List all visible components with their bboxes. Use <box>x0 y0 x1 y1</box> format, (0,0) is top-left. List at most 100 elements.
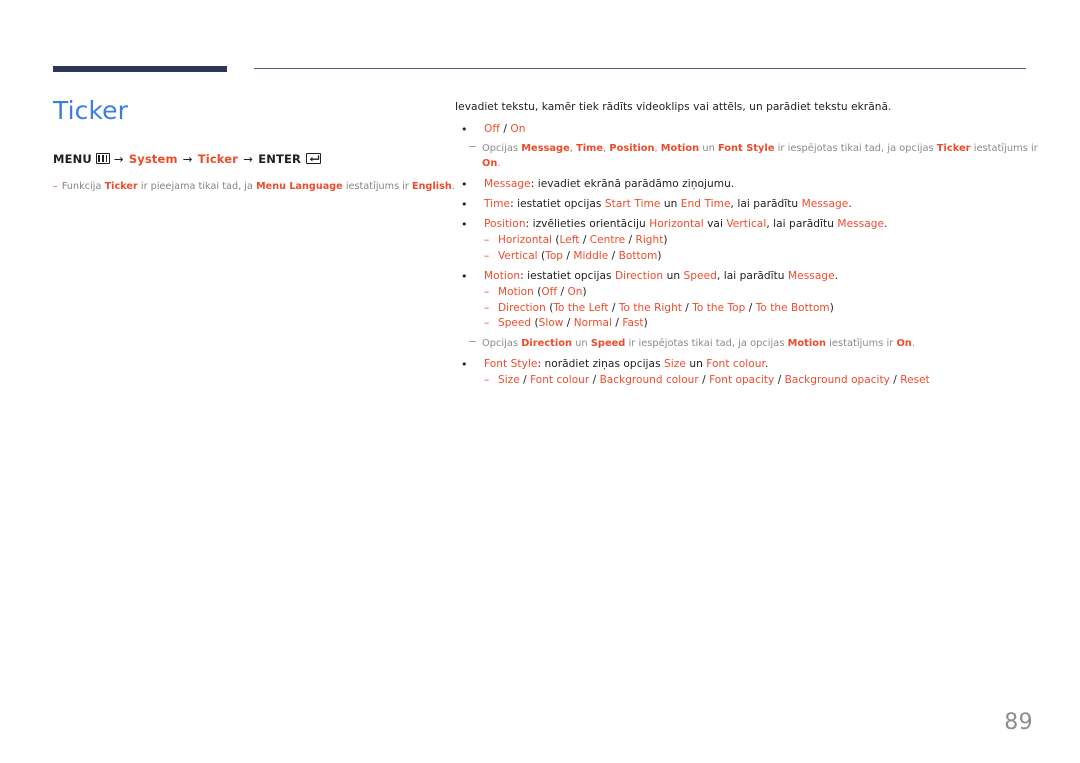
font-style-options-seg-9: / <box>889 374 901 386</box>
motion-seg-6: Message <box>787 270 835 282</box>
time-seg-2: Start Time <box>604 198 661 210</box>
motion-seg-2: Direction <box>614 270 664 282</box>
list-item-message: Message: ievadiet ekrānā parādāmo ziņoju… <box>455 177 1040 192</box>
list-item-font-style-options: Size / Font colour / Background colour /… <box>484 373 1040 389</box>
note-ticker-on-seg-7: Motion <box>660 143 700 154</box>
left-note-text-3: iestatījums ir <box>345 181 409 192</box>
note-ticker-on-seg-8: un <box>699 143 718 154</box>
font-style-options-seg-7: / <box>774 374 785 386</box>
intro-paragraph: Ievadiet tekstu, kamēr tiek rādīts video… <box>455 101 892 113</box>
note-motion-on-seg-4: ir iespējotas tikai tad, ja opcijas <box>625 337 788 349</box>
motion-onoff-seg-4: On <box>567 286 583 298</box>
note-motion-on-seg-2: un <box>572 337 591 349</box>
position-seg-6: Message <box>837 218 885 230</box>
position-horizontal-seg-4: Centre <box>589 234 626 246</box>
time-seg-1: : iestatiet opcijas <box>510 198 605 210</box>
left-note-text-2: ir pieejama tikai tad, ja <box>140 181 253 192</box>
note-motion-on-seg-0: Opcijas <box>482 337 522 349</box>
list-item-motion: Motion: iestatiet opcijas Direction un S… <box>455 269 1040 332</box>
font-style-seg-1: : norādiet ziņas opcijas <box>537 358 665 370</box>
off-on-seg-1: / <box>499 123 511 135</box>
time-seg-0: Time <box>484 198 511 210</box>
right-column: Ievadiet tekstu, kamēr tiek rādīts video… <box>455 100 1040 394</box>
left-note-text-1: Funkcija <box>61 181 102 192</box>
position-horizontal-seg-5: / <box>625 234 636 246</box>
font-style-sublist: Size / Font colour / Background colour /… <box>484 373 1040 389</box>
position-vertical-seg-3: / <box>563 249 574 262</box>
off-on-seg-2: On <box>510 123 526 135</box>
note-ticker-on-seg-11: Ticker <box>936 143 971 154</box>
font-style-options-seg-5: / <box>698 374 710 386</box>
menu-path-item-system[interactable]: System <box>129 152 178 166</box>
time-seg-5: , lai parādītu <box>730 198 802 210</box>
note-ticker-on-seg-5: Position <box>609 143 655 154</box>
motion-direction-seg-3: / <box>608 301 619 314</box>
motion-seg-3: un <box>663 270 684 282</box>
note-ticker-on-seg-0: Opcijas <box>482 143 522 154</box>
motion-seg-1: : iestatiet opcijas <box>520 270 615 282</box>
font-style-seg-0: Font Style <box>484 358 538 370</box>
list-item-off-on: Off / On <box>455 122 1040 137</box>
motion-onoff-seg-0: Motion <box>498 286 538 298</box>
font-style-options-seg-0: Size <box>498 374 520 386</box>
menu-path-arrow-2: → <box>182 152 193 166</box>
motion-seg-7: . <box>834 270 839 282</box>
menu-path-item-ticker[interactable]: Ticker <box>198 152 238 166</box>
motion-direction-seg-6: To the Top <box>692 301 746 314</box>
position-seg-3: vai <box>703 218 727 230</box>
motion-direction-seg-7: / <box>745 301 756 314</box>
enter-label: ENTER <box>258 152 301 166</box>
position-horizontal-seg-2: Left <box>559 234 580 246</box>
left-note-hl-menu-language: Menu Language <box>256 181 343 192</box>
font-style-options-seg-1: / <box>519 374 531 386</box>
motion-speed-seg-6: Fast <box>622 317 644 329</box>
time-seg-4: End Time <box>680 198 731 210</box>
left-note-hl-english: English <box>412 181 452 192</box>
message-seg-1: : ievadiet ekrānā parādāmo ziņojumu. <box>530 178 735 190</box>
motion-direction-seg-0: Direction <box>498 301 550 314</box>
left-column: Ticker MENU → System → Ticker → ENTER – Fu… <box>53 96 455 194</box>
message-seg-0: Message <box>484 178 531 190</box>
off-on-text: Off / On <box>484 123 526 135</box>
motion-speed-seg-3: / <box>563 317 574 329</box>
position-horizontal-seg-0: Horizontal <box>498 234 556 246</box>
position-vertical-seg-7: ) <box>657 249 662 262</box>
message-text: Message: ievadiet ekrānā parādāmo ziņoju… <box>484 178 734 190</box>
note-motion-on-seg-5: Motion <box>787 337 827 349</box>
motion-text: Motion: iestatiet opcijas Direction un S… <box>484 270 838 282</box>
position-vertical-seg-5: / <box>608 249 619 262</box>
motion-sublist: Motion (Off / On)Direction (To the Left … <box>484 285 1040 332</box>
note-ticker-on-seg-9: Font Style <box>717 143 775 154</box>
position-seg-4: Vertical <box>726 218 767 230</box>
motion-seg-0: Motion <box>484 270 521 282</box>
position-seg-1: : izvēlieties orientāciju <box>525 218 650 230</box>
list-item-time: Time: iestatiet opcijas Start Time un En… <box>455 197 1040 212</box>
time-seg-7: . <box>848 198 852 210</box>
menu-label: MENU <box>53 152 92 166</box>
list-item-position-vertical: Vertical (Top / Middle / Bottom) <box>484 249 1040 265</box>
note-motion-on-seg-1: Direction <box>521 337 573 349</box>
motion-direction-seg-2: To the Left <box>553 301 609 314</box>
position-vertical-seg-2: Top <box>545 249 563 262</box>
list-item-motion-direction: Direction (To the Left / To the Right / … <box>484 301 1040 317</box>
position-horizontal-seg-7: ) <box>663 234 668 246</box>
note-motion-on-seg-6: iestatījums ir <box>826 337 897 349</box>
menu-path-arrow-1: → <box>113 152 124 166</box>
note-ticker-on-seg-12: iestatījums ir <box>970 143 1038 154</box>
menu-path: MENU → System → Ticker → ENTER <box>53 151 433 167</box>
note-ticker-on-seg-10: ir iespējotas tikai tad, ja opcijas <box>774 143 937 154</box>
motion-seg-5: , lai parādītu <box>716 270 788 282</box>
font-style-options-seg-6: Font opacity <box>709 374 775 386</box>
left-note-hl-ticker: Ticker <box>104 181 138 192</box>
enter-key-icon <box>305 153 321 164</box>
font-style-seg-2: Size <box>664 358 686 370</box>
left-note-dash: – <box>53 181 58 192</box>
list-item-motion-onoff: Motion (Off / On) <box>484 285 1040 301</box>
motion-speed-seg-2: Slow <box>538 317 564 329</box>
note-ticker-on-seg-3: Time <box>576 143 604 154</box>
note-ticker-on-seg-1: Message <box>521 143 570 154</box>
motion-speed-seg-7: ) <box>643 317 648 329</box>
motion-direction-seg-5: / <box>681 301 693 314</box>
settings-list: Off / OnOpcijas Message, Time, Position,… <box>455 122 1040 389</box>
position-sublist: Horizontal (Left / Centre / Right)Vertic… <box>484 233 1040 264</box>
